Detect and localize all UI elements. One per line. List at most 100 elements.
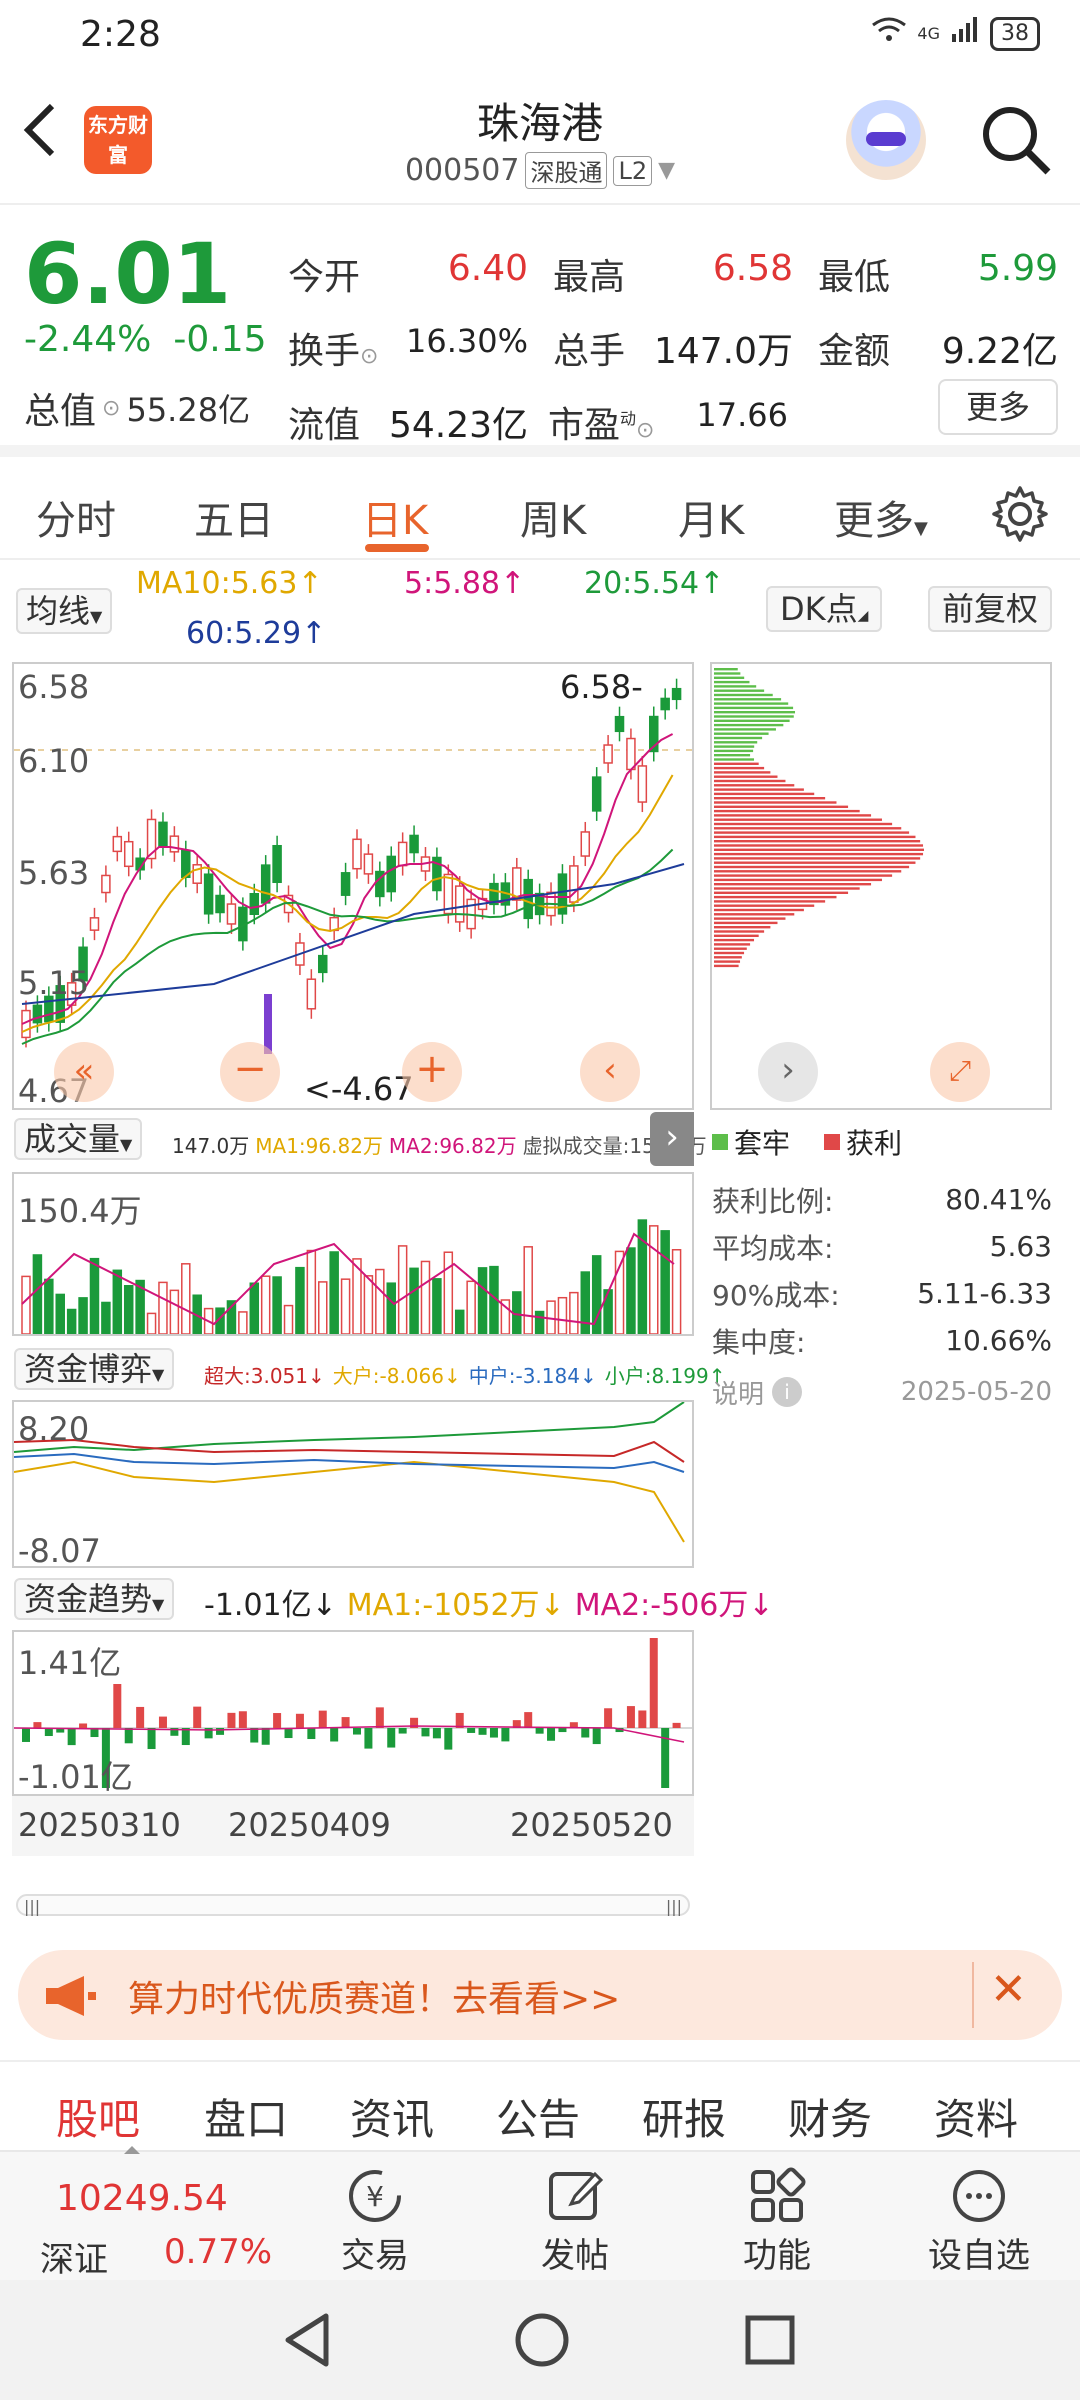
expand-panel-button[interactable]: › (650, 1112, 694, 1166)
chip-bar (714, 938, 755, 942)
volume-dropdown[interactable]: 成交量▼ (14, 1118, 143, 1160)
promo-banner[interactable]: 算力时代优质赛道！去看看>> ✕ (18, 1950, 1062, 2040)
capital-trend-dropdown[interactable]: 资金趋势▼ (14, 1578, 175, 1620)
chip-bar (714, 900, 826, 903)
tab-weekly-k[interactable]: 周K (520, 488, 586, 546)
trend-bar (489, 1728, 498, 1738)
trend-bar (478, 1728, 487, 1735)
dk-point-dropdown[interactable]: DK点◢ (766, 586, 883, 632)
adjust-button[interactable]: 前复权 (928, 586, 1053, 632)
candle (409, 834, 419, 854)
functions-button[interactable]: 功能 (712, 2164, 842, 2277)
wifi-icon (871, 16, 907, 51)
nav-recents-icon[interactable] (742, 2310, 798, 2374)
index-value[interactable]: 10249.54 (56, 2178, 228, 2219)
info-icon[interactable]: ⊙ (102, 396, 120, 421)
candle (89, 917, 100, 931)
volume-bar (55, 1293, 65, 1334)
chip-bar (714, 947, 747, 950)
stat-value: 5.11-6.33 (917, 1277, 1052, 1310)
stock-subtitle[interactable]: 000507 深股通 L2 ▼ (340, 152, 740, 189)
gear-icon[interactable] (990, 484, 1050, 544)
trend-bar (227, 1712, 236, 1728)
tab-forum[interactable]: 股吧 (56, 2086, 140, 2147)
tab-profile[interactable]: 资料 (934, 2086, 1018, 2147)
tab-daily-k[interactable]: 日K (362, 488, 428, 546)
more-button[interactable]: 更多 (938, 379, 1058, 435)
low-label: 最低 (818, 257, 891, 298)
trend-indicators: -1.01亿↓ MA1:-1052万↓ MA2:-506万↓ (204, 1580, 774, 1624)
scroll-handle-right[interactable]: ||| (666, 1897, 682, 1916)
stat-label: 平均成本: (712, 1231, 834, 1265)
chip-bar (714, 809, 860, 813)
volume-bar (101, 1301, 111, 1334)
scroll-handle-left[interactable]: ||| (24, 1897, 40, 1916)
trend-bar (649, 1638, 658, 1728)
note-link[interactable]: 说明 i (712, 1374, 803, 1411)
trade-button[interactable]: ¥ 交易 (310, 2164, 440, 2277)
nav-home-icon[interactable] (514, 2310, 570, 2374)
trend-ma2: MA2:-506万↓ (574, 1588, 774, 1623)
volume-bar (181, 1263, 191, 1334)
index-change[interactable]: 0.77% (164, 2232, 272, 2272)
trend-bar (216, 1728, 225, 1735)
back-button[interactable] (20, 100, 80, 170)
ma60-value: 60:5.29↑ (186, 616, 327, 651)
candle (249, 892, 260, 916)
volume-chart: 150.4万 (12, 1172, 694, 1336)
distribution-legend: 套牢 获利 (712, 1122, 902, 1162)
volume-bar (534, 1310, 545, 1334)
tab-monthly-k[interactable]: 月K (678, 488, 744, 546)
nav-back-icon[interactable] (280, 2310, 336, 2374)
chip-bar (714, 865, 910, 869)
close-icon[interactable]: ✕ (990, 1964, 1027, 2015)
chip-bar (714, 771, 771, 774)
mid-value: 中户:-3.184↓ (468, 1364, 597, 1388)
zoom-out-button[interactable]: − (220, 1042, 280, 1102)
scroll-left-button[interactable]: ‹ (580, 1042, 640, 1102)
volume-bar (363, 1275, 374, 1334)
chip-bar (714, 904, 815, 907)
chevron-right-icon[interactable]: › (758, 1042, 818, 1102)
kline-chart[interactable]: 6.58 6.10 5.63 5.15 4.67 6.58- <-4.67 « … (12, 662, 694, 1110)
post-button[interactable]: 发帖 (510, 2164, 640, 2277)
candle (306, 978, 317, 1010)
chip-bar (714, 788, 804, 791)
chip-bar (714, 891, 849, 894)
trend-bar (501, 1728, 510, 1742)
add-watchlist-button[interactable]: 设自选 (914, 2164, 1044, 2277)
chip-bar (714, 758, 755, 761)
banner-text[interactable]: 算力时代优质赛道！去看看>> (128, 1970, 620, 2022)
tab-announcements[interactable]: 公告 (496, 2086, 580, 2147)
search-icon[interactable] (980, 104, 1052, 176)
chip-bar (714, 874, 893, 877)
candle (591, 776, 602, 812)
tab-research[interactable]: 研报 (642, 2086, 726, 2147)
chart-scrollbar[interactable]: ||| ||| (16, 1894, 690, 1916)
ma-dropdown[interactable]: 均线▼ (16, 588, 113, 634)
index-name[interactable]: 深证 (40, 2232, 108, 2281)
zoom-in-button[interactable]: + (402, 1042, 462, 1102)
trend-bar (547, 1728, 556, 1741)
scroll-left-far-button[interactable]: « (54, 1042, 114, 1102)
assistant-avatar[interactable] (846, 100, 926, 180)
chip-bar (714, 745, 755, 748)
tab-news[interactable]: 资讯 (350, 2086, 434, 2147)
tab-more[interactable]: 更多▼ (834, 488, 928, 546)
expand-icon[interactable]: ⤢ (930, 1042, 990, 1102)
tab-intraday[interactable]: 分时 (36, 488, 116, 546)
chip-bar (714, 766, 765, 770)
capital-game-dropdown[interactable]: 资金博弈▼ (14, 1348, 175, 1390)
tab-orderbook[interactable]: 盘口 (204, 2086, 288, 2147)
large-value: 大户:-8.066↓ (332, 1364, 461, 1388)
chevron-left-icon (23, 103, 55, 157)
app-logo[interactable]: 东方财富 (84, 106, 152, 174)
trend-bar (535, 1728, 544, 1734)
legend-profit: 获利 (846, 1127, 903, 1160)
chip-bar (714, 784, 795, 787)
tab-five-day[interactable]: 五日 (194, 488, 274, 546)
trend-bar (341, 1717, 350, 1728)
tab-financials[interactable]: 财务 (788, 2086, 872, 2147)
header: 东方财富 珠海港 000507 深股通 L2 ▼ (0, 70, 1080, 205)
chip-bar (714, 831, 910, 834)
